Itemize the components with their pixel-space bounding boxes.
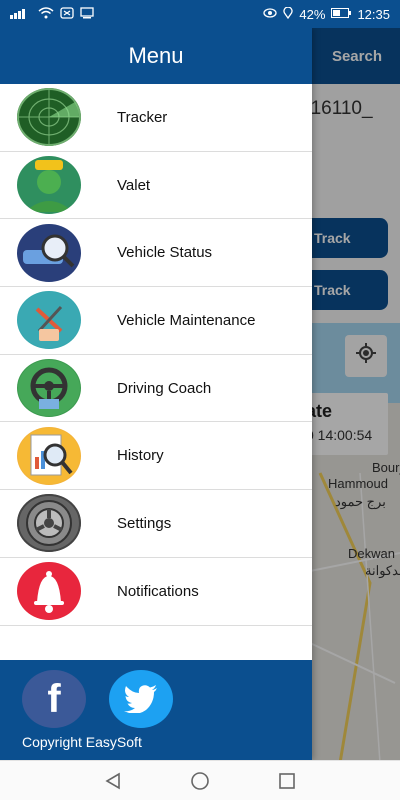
status-bar: 42% 12:35 xyxy=(0,0,400,28)
eye-icon xyxy=(263,7,278,21)
menu-label-settings: Settings xyxy=(117,514,172,532)
menu-item-driving-coach[interactable]: Driving Coach xyxy=(0,355,312,423)
drawer-header: Menu xyxy=(0,28,312,84)
menu-item-history[interactable]: History xyxy=(0,422,312,491)
menu-item-vehicle-status[interactable]: Vehicle Status xyxy=(0,219,312,288)
system-nav-bar xyxy=(0,760,400,800)
maintenance-tools-icon xyxy=(17,291,81,350)
screen-icon xyxy=(80,6,94,22)
drawer-title: Menu xyxy=(128,43,184,68)
menu-label-driving-coach: Driving Coach xyxy=(117,379,212,397)
home-icon[interactable] xyxy=(185,766,215,796)
valet-icon xyxy=(17,156,81,215)
navigation-drawer: Menu Tracker Valet Vehicle Status Vehicl… xyxy=(0,28,312,760)
magnifier-car-icon xyxy=(17,223,81,282)
battery-icon xyxy=(331,7,352,21)
location-icon xyxy=(283,5,294,22)
wifi-icon xyxy=(38,6,54,22)
steering-wheel-icon xyxy=(17,359,81,418)
menu-label-history: History xyxy=(117,447,164,465)
clock: 12:35 xyxy=(357,6,390,22)
twitter-icon[interactable] xyxy=(109,670,173,728)
menu-label-notifications: Notifications xyxy=(117,582,199,600)
copyright-text: Copyright EasySoft xyxy=(22,734,142,750)
menu-label-vehicle-maintenance: Vehicle Maintenance xyxy=(117,311,256,329)
radar-icon xyxy=(17,88,81,147)
status-left xyxy=(10,6,94,22)
battery-percent: 42% xyxy=(299,6,326,22)
drawer-footer: f Copyright EasySoft xyxy=(0,660,312,760)
notification-icon xyxy=(60,6,74,22)
history-report-icon xyxy=(17,426,81,485)
menu-item-settings[interactable]: Settings xyxy=(0,490,312,558)
back-icon[interactable] xyxy=(98,766,128,796)
menu-item-valet[interactable]: Valet xyxy=(0,152,312,220)
menu-label-tracker: Tracker xyxy=(117,108,168,126)
menu-label-valet: Valet xyxy=(117,176,151,194)
twitter-bird-icon xyxy=(124,685,157,713)
menu-label-vehicle-status: Vehicle Status xyxy=(117,244,213,262)
status-right: 42% 12:35 xyxy=(263,5,390,22)
sim-signal-icon xyxy=(10,7,32,22)
facebook-icon[interactable]: f xyxy=(22,670,86,728)
facebook-glyph: f xyxy=(47,676,61,721)
gear-icon xyxy=(17,494,81,553)
menu-item-tracker[interactable]: Tracker xyxy=(0,84,312,152)
menu-item-vehicle-maintenance[interactable]: Vehicle Maintenance xyxy=(0,287,312,355)
menu-item-notifications[interactable]: Notifications xyxy=(0,558,312,626)
bell-icon xyxy=(17,562,81,621)
menu-list: Tracker Valet Vehicle Status Vehicle Mai… xyxy=(0,84,312,626)
recents-icon[interactable] xyxy=(272,766,302,796)
